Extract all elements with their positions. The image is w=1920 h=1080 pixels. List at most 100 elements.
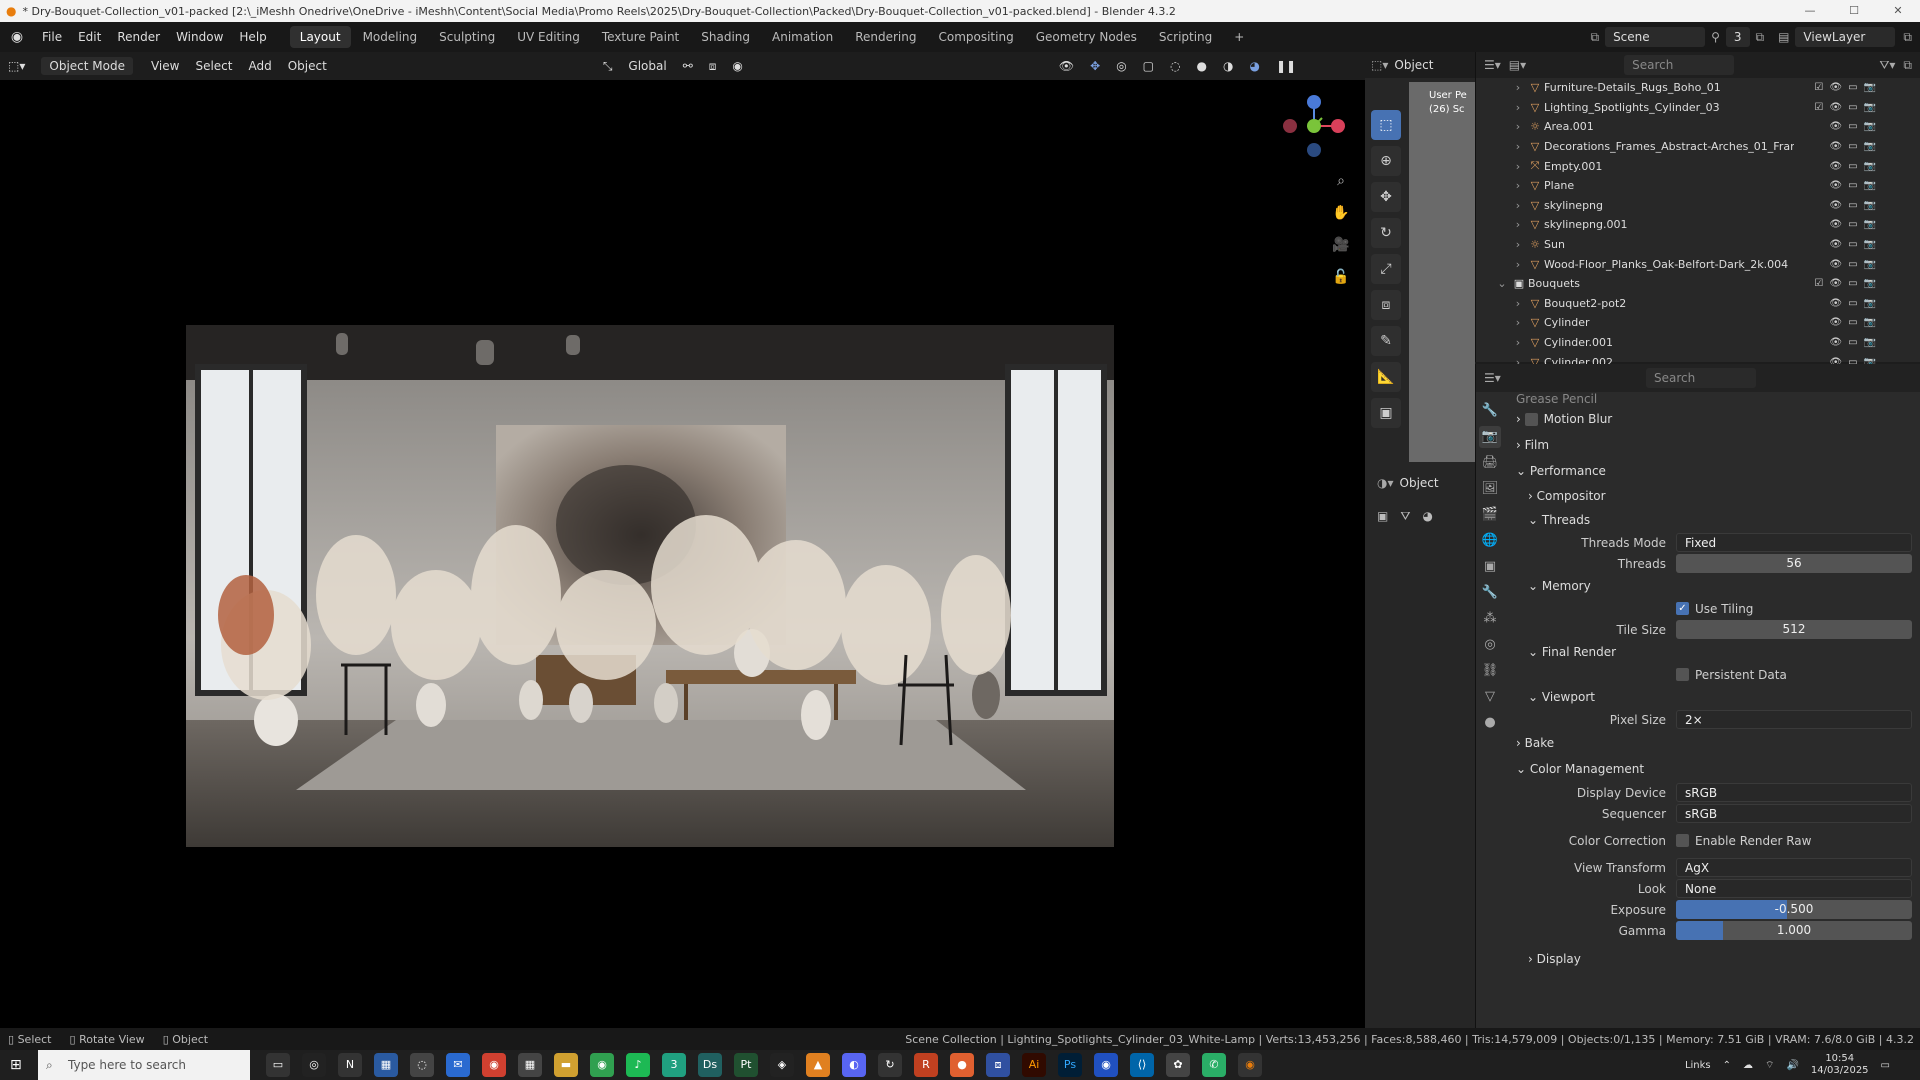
eye-icon[interactable]: 👁 [1829, 239, 1842, 250]
taskbar-search-input[interactable]: ⌕ Type here to search [38, 1050, 250, 1080]
eye-icon[interactable]: 👁 [1829, 219, 1842, 230]
gamma-slider[interactable]: 1.000 [1676, 921, 1912, 940]
designer-icon[interactable]: Ds [698, 1053, 722, 1077]
blender-taskbar-icon[interactable]: ◉ [1238, 1053, 1262, 1077]
outliner-object-row[interactable]: › ▽ Furniture-Details_Rugs_Boho_01 ☑ 👁 ▭ 📷 [1476, 78, 1920, 98]
outliner-object-row[interactable]: › ▽ Bouquet2-pot2 👁 ▭ 📷 [1476, 294, 1920, 314]
outliner-filter-icon[interactable]: ⛛▾ [1879, 58, 1895, 73]
camera-icon[interactable]: 📷 [1864, 298, 1876, 309]
outliner-object-row[interactable]: › ▽ Lighting_Spotlights_Cylinder_03 ☑ 👁 ▭ 📷 [1476, 98, 1920, 118]
checkbox-icon[interactable]: ☑ [1814, 82, 1823, 93]
tray-links-label[interactable]: Links [1685, 1060, 1711, 1071]
camera-icon[interactable]: 📷 [1864, 259, 1876, 270]
camera-icon[interactable]: 📷 [1864, 141, 1876, 152]
tab-layout[interactable]: Layout [289, 26, 351, 48]
outliner-object-row[interactable]: › ▽ Cylinder 👁 ▭ 📷 [1476, 313, 1920, 333]
pixel-size-dropdown[interactable]: 2× [1676, 710, 1912, 729]
chevron-right-icon[interactable]: › [1510, 101, 1526, 114]
section-grease-pencil[interactable]: Grease Pencil [1506, 392, 1920, 406]
davinci-icon[interactable]: ✿ [1166, 1053, 1190, 1077]
tab-sculpting[interactable]: Sculpting [429, 26, 505, 48]
use-tiling-checkbox[interactable]: ✓ [1676, 602, 1689, 615]
monitor-icon[interactable]: ▭ [1848, 239, 1857, 250]
monitor-icon[interactable]: ▭ [1848, 298, 1857, 309]
cursor-tool-icon[interactable]: ⊕ [1371, 146, 1401, 176]
section-threads[interactable]: ⌄ Threads [1506, 508, 1920, 532]
sequencer-dropdown[interactable]: sRGB [1676, 804, 1912, 823]
camera-icon[interactable]: 📷 [1864, 180, 1876, 191]
rotate-tool-icon[interactable]: ↻ [1371, 218, 1401, 248]
monitor-icon[interactable]: ▭ [1848, 317, 1857, 328]
eye-icon[interactable]: 👁 [1829, 259, 1842, 270]
eye-icon[interactable]: 👁 [1829, 180, 1842, 191]
tool-tab-icon[interactable]: 🔧 [1479, 400, 1501, 422]
enable-render-raw-checkbox[interactable] [1676, 834, 1689, 847]
section-final-render[interactable]: ⌄ Final Render [1506, 640, 1920, 664]
scene-count[interactable]: 3 [1725, 27, 1750, 47]
close-button[interactable]: ✕ [1876, 0, 1920, 22]
render-tab-icon[interactable]: 📷 [1479, 426, 1501, 448]
explorer-icon[interactable]: ▬ [554, 1053, 578, 1077]
menu-window[interactable]: Window [168, 22, 231, 52]
section-motion-blur[interactable]: › Motion Blur [1506, 406, 1920, 432]
eye-icon[interactable]: 👁 [1829, 121, 1842, 132]
notifications-icon[interactable]: ▭ [1881, 1060, 1890, 1071]
threads-mode-dropdown[interactable]: Fixed [1676, 533, 1912, 552]
app-blue-icon[interactable]: ◉ [1094, 1053, 1118, 1077]
eye-icon[interactable]: 👁 [1829, 161, 1842, 172]
scene-tab-icon[interactable]: 🎬 [1479, 504, 1501, 526]
view-layer-field[interactable]: ViewLayer [1795, 27, 1896, 47]
object-mode-dropdown[interactable]: Object Mode [41, 57, 133, 75]
scale-tool-icon[interactable]: ⤢ [1371, 254, 1401, 284]
transform-tool-icon[interactable]: ⧈ [1371, 290, 1401, 320]
monitor-icon[interactable]: ▭ [1848, 141, 1857, 152]
monitor-icon[interactable]: ▭ [1848, 200, 1857, 211]
material-shading-icon[interactable]: ◑ [1215, 59, 1241, 73]
xray-icon[interactable]: ▢ [1135, 59, 1162, 73]
section-viewport[interactable]: ⌄ Viewport [1506, 685, 1920, 709]
app-circle-icon[interactable]: ◌ [410, 1053, 434, 1077]
monitor-icon[interactable]: ▭ [1848, 82, 1857, 93]
camera-icon[interactable]: 📷 [1864, 317, 1876, 328]
chevron-right-icon[interactable]: › [1510, 258, 1526, 271]
orientation-icon[interactable]: ⤡ [595, 59, 621, 74]
tab-modeling[interactable]: Modeling [353, 26, 428, 48]
menu-file[interactable]: File [34, 22, 70, 52]
outliner-collection-row[interactable]: ⌄ ▣ Bouquets ☑ 👁 ▭ 📷 [1476, 274, 1920, 294]
tab-compositing[interactable]: Compositing [928, 26, 1023, 48]
eye-icon[interactable]: 👁 [1829, 200, 1842, 211]
annotate-tool-icon[interactable]: ✎ [1371, 326, 1401, 356]
menu-select[interactable]: Select [187, 59, 240, 73]
look-dropdown[interactable]: None [1676, 879, 1912, 898]
solid-shading-icon[interactable]: ● [1189, 59, 1215, 73]
calculator-icon[interactable]: ▦ [518, 1053, 542, 1077]
camera-icon[interactable]: 📷 [1864, 200, 1876, 211]
object-mode-label[interactable]: Object [1394, 58, 1433, 72]
add-cube-tool-icon[interactable]: ▣ [1371, 398, 1401, 428]
camera-icon[interactable]: 📷 [1864, 239, 1876, 250]
material-icon[interactable]: ◕ [1422, 509, 1432, 523]
eye-icon[interactable]: 👁 [1829, 317, 1842, 328]
windows-start-icon[interactable]: ⊞ [10, 1057, 22, 1073]
section-performance[interactable]: ⌄ Performance [1506, 458, 1920, 484]
section-color-management[interactable]: ⌄ Color Management [1506, 756, 1920, 782]
menu-edit[interactable]: Edit [70, 22, 109, 52]
sync-icon[interactable]: ↻ [878, 1053, 902, 1077]
orientation-dropdown[interactable]: Global [620, 59, 674, 73]
pin-icon[interactable]: ⚲ [1711, 30, 1720, 44]
chevron-right-icon[interactable]: › [1510, 160, 1526, 173]
tab-shading[interactable]: Shading [691, 26, 760, 48]
properties-editor-icon[interactable]: ☰▾ [1484, 371, 1501, 385]
wireframe-shading-icon[interactable]: ◌ [1162, 59, 1188, 73]
section-memory[interactable]: ⌄ Memory [1506, 574, 1920, 598]
view-transform-dropdown[interactable]: AgX [1676, 858, 1912, 877]
maximize-button[interactable]: ☐ [1832, 0, 1876, 22]
outliner-object-row[interactable]: › ⤧ Empty.001 👁 ▭ 📷 [1476, 156, 1920, 176]
world-tab-icon[interactable]: 🌐 [1479, 530, 1501, 552]
eye-icon[interactable]: 👁 [1829, 278, 1842, 289]
monitor-icon[interactable]: ▭ [1848, 337, 1857, 348]
editor-type-icon[interactable]: ⬚▾ [0, 59, 33, 73]
chevron-right-icon[interactable]: › [1510, 316, 1526, 329]
section-film[interactable]: › Film [1506, 432, 1920, 458]
view-layer-icon[interactable]: ▤ [1778, 30, 1789, 44]
